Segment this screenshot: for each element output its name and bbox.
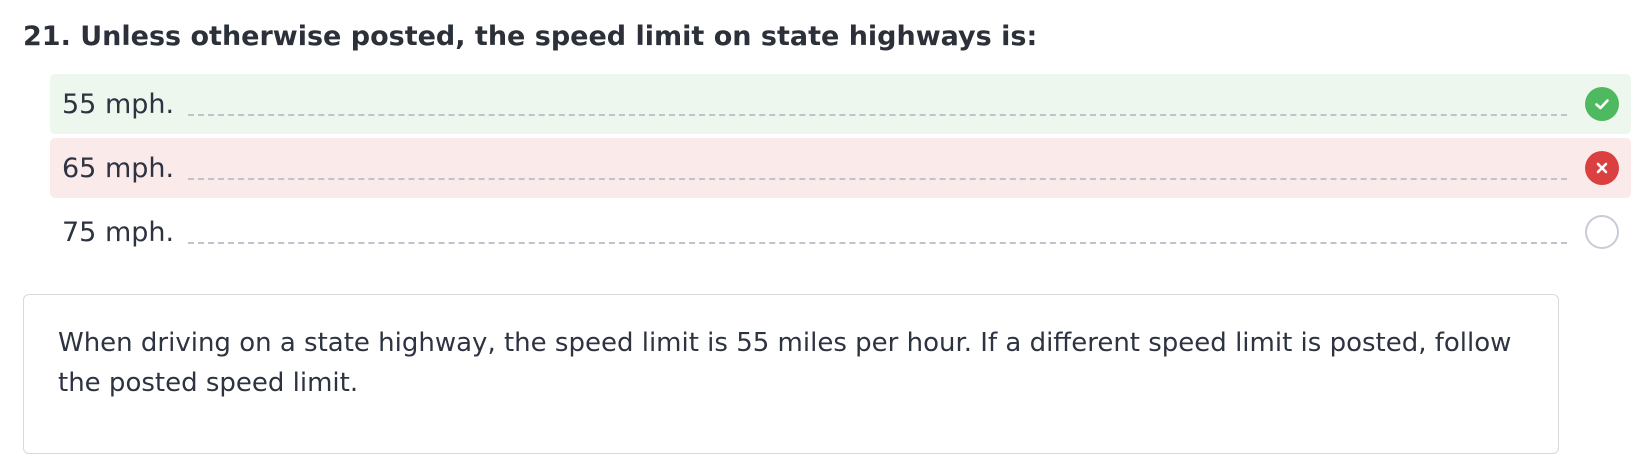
- x-circle-icon: [1585, 151, 1619, 185]
- answer-option-wrong[interactable]: 65 mph.: [50, 138, 1631, 198]
- answer-option-correct[interactable]: 55 mph.: [50, 74, 1631, 134]
- answer-option-label: 75 mph.: [62, 216, 175, 248]
- dotted-leader: [188, 178, 1567, 180]
- answer-option-label: 55 mph.: [62, 88, 175, 120]
- empty-radio-icon[interactable]: [1585, 215, 1619, 249]
- answer-options: 55 mph. 65 mph. 75 mph.: [50, 74, 1631, 266]
- explanation-box: When driving on a state highway, the spe…: [23, 294, 1559, 454]
- explanation-text: When driving on a state highway, the spe…: [58, 328, 1512, 398]
- answer-option-label: 65 mph.: [62, 152, 175, 184]
- check-circle-icon: [1585, 87, 1619, 121]
- question-title: 21. Unless otherwise posted, the speed l…: [23, 21, 1038, 52]
- dotted-leader: [188, 242, 1567, 244]
- dotted-leader: [188, 114, 1567, 116]
- answer-option-unselected[interactable]: 75 mph.: [50, 202, 1631, 262]
